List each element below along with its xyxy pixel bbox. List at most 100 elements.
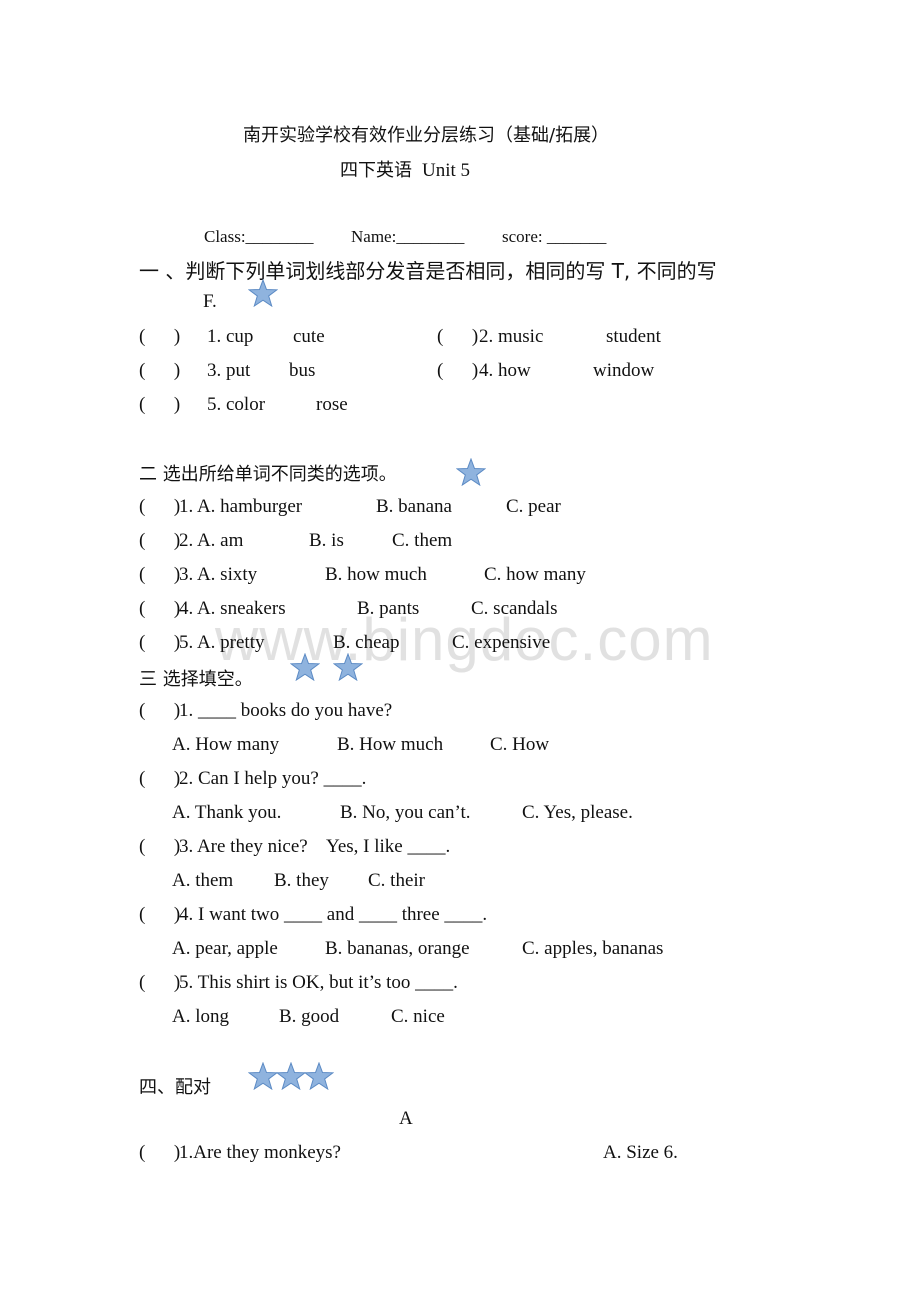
item-word: 1. cup bbox=[207, 326, 254, 347]
star-icon bbox=[248, 1062, 278, 1090]
option-c: C. How bbox=[490, 734, 550, 755]
answer-blank[interactable]: ( ) bbox=[139, 700, 180, 721]
item-word: 2. music bbox=[479, 326, 544, 347]
answer-blank[interactable]: ( ) bbox=[139, 768, 180, 789]
item-word: rose bbox=[316, 394, 348, 415]
section2-item-4: ( ) 4. A. sneakers B. pants C. scandals bbox=[139, 597, 558, 621]
answer-blank[interactable]: ( ) bbox=[139, 360, 180, 381]
star-icon bbox=[290, 653, 320, 681]
section3-options-2: A. Thank you. B. No, you can’t. C. Yes, … bbox=[172, 801, 633, 825]
section2-item-2: ( ) 2. A. am B. is C. them bbox=[139, 529, 452, 553]
question-text: 4. I want two ____ and ____ three ____. bbox=[179, 904, 488, 925]
option-b: B. is bbox=[309, 530, 344, 551]
option-a: 2. A. am bbox=[179, 530, 244, 551]
option-b: B. how much bbox=[325, 564, 427, 585]
answer-blank[interactable]: ( ) bbox=[139, 632, 180, 653]
item-word: bus bbox=[289, 360, 316, 381]
option-b: B. bananas, orange bbox=[325, 938, 470, 959]
option-b: B. cheap bbox=[333, 632, 400, 653]
answer-blank[interactable]: ( ) bbox=[139, 836, 180, 857]
answer-blank[interactable]: ( ) bbox=[139, 394, 180, 415]
section3-options-4: A. pear, apple B. bananas, orange C. app… bbox=[172, 937, 663, 961]
answer-blank[interactable]: ( ) bbox=[139, 904, 180, 925]
option-a: 4. A. sneakers bbox=[179, 598, 286, 619]
class-field[interactable]: Class:________ bbox=[204, 225, 314, 249]
option-c: C. apples, bananas bbox=[522, 938, 664, 959]
section1-item-2: ( ) 2. music student bbox=[437, 325, 661, 349]
option-b: B. No, you can’t. bbox=[340, 802, 471, 823]
score-field[interactable]: score: _______ bbox=[502, 225, 606, 249]
option-a: A. long bbox=[172, 1006, 229, 1027]
section4-item-1: ( ) 1.Are they monkeys? bbox=[139, 1141, 341, 1165]
item-word: 3. put bbox=[207, 360, 251, 381]
section3-item-4: ( ) 4. I want two ____ and ____ three __… bbox=[139, 903, 487, 927]
item-word: cute bbox=[293, 326, 325, 347]
option-a: A. them bbox=[172, 870, 234, 891]
star-icon bbox=[333, 653, 363, 681]
worksheet-subtitle: 四下英语 Unit 5 bbox=[340, 156, 470, 183]
option-c: C. how many bbox=[484, 564, 586, 585]
section2-item-1: ( ) 1. A. hamburger B. banana C. pear bbox=[139, 495, 561, 519]
answer-blank[interactable]: ( ) bbox=[437, 360, 478, 381]
section1-heading: 一 、判断下列单词划线部分发音是否相同，相同的写 T, 不同的写 bbox=[139, 259, 717, 283]
section1-item-1: ( ) 1. cup cute bbox=[139, 325, 325, 349]
section1-item-4: ( ) 4. how window bbox=[437, 359, 654, 383]
option-b: B. How much bbox=[337, 734, 444, 755]
star-icon bbox=[248, 279, 278, 307]
option-c: C. Yes, please. bbox=[522, 802, 633, 823]
answer-blank[interactable]: ( ) bbox=[437, 326, 478, 347]
answer-blank[interactable]: ( ) bbox=[139, 972, 180, 993]
section2-item-5: ( ) 5. A. pretty B. cheap C. expensive bbox=[139, 631, 550, 655]
section4-heading: 四、配对 bbox=[139, 1077, 211, 1098]
answer-blank[interactable]: ( ) bbox=[139, 564, 180, 585]
item-word: 5. color bbox=[207, 394, 266, 415]
section2-item-3: ( ) 3. A. sixty B. how much C. how many bbox=[139, 563, 586, 587]
section3-heading: 三 选择填空。 bbox=[139, 669, 253, 690]
option-a: A. How many bbox=[172, 734, 280, 755]
option-a: 3. A. sixty bbox=[179, 564, 258, 585]
option-b: B. good bbox=[279, 1006, 340, 1027]
section3-options-3: A. them B. they C. their bbox=[172, 869, 425, 893]
star-icon bbox=[456, 458, 486, 486]
name-field[interactable]: Name:________ bbox=[351, 225, 464, 249]
section1-heading-cont: F. bbox=[203, 291, 217, 312]
option-c: C. them bbox=[392, 530, 453, 551]
option-c: C. nice bbox=[391, 1006, 445, 1027]
section1-item-5: ( ) 5. color rose bbox=[139, 393, 348, 417]
option-a: 5. A. pretty bbox=[179, 632, 265, 653]
section4-column-label: A bbox=[399, 1108, 413, 1129]
subtitle-grade: 四下英语 bbox=[340, 160, 412, 181]
answer-blank[interactable]: ( ) bbox=[139, 496, 180, 517]
option-a: A. pear, apple bbox=[172, 938, 278, 959]
option-c: C. expensive bbox=[452, 632, 551, 653]
question-text: 2. Can I help you? ____. bbox=[179, 768, 367, 789]
question-text: 5. This shirt is OK, but it’s too ____. bbox=[179, 972, 458, 993]
option-c: C. their bbox=[368, 870, 425, 891]
star-icon bbox=[304, 1062, 334, 1090]
star-icon bbox=[276, 1062, 306, 1090]
option-a: 1. A. hamburger bbox=[179, 496, 303, 517]
worksheet-title: 南开实验学校有效作业分层练习（基础/拓展） bbox=[243, 125, 610, 146]
question-text: 1. ____ books do you have? bbox=[179, 700, 393, 721]
section3-options-1: A. How many B. How much C. How bbox=[172, 733, 549, 757]
option-b: B. banana bbox=[376, 496, 452, 517]
section4-answer-a: A. Size 6. bbox=[603, 1142, 678, 1163]
answer-blank[interactable]: ( ) bbox=[139, 1142, 180, 1163]
section3-item-2: ( ) 2. Can I help you? ____. bbox=[139, 767, 366, 791]
item-word: 4. how bbox=[479, 360, 531, 381]
option-c: C. pear bbox=[506, 496, 561, 517]
section3-item-5: ( ) 5. This shirt is OK, but it’s too __… bbox=[139, 971, 458, 995]
option-b: B. they bbox=[274, 870, 329, 891]
question-text: 1.Are they monkeys? bbox=[179, 1142, 341, 1163]
option-b: B. pants bbox=[357, 598, 420, 619]
option-c: C. scandals bbox=[471, 598, 558, 619]
section1-item-3: ( ) 3. put bus bbox=[139, 359, 315, 383]
section3-item-1: ( ) 1. ____ books do you have? bbox=[139, 699, 392, 723]
answer-blank[interactable]: ( ) bbox=[139, 530, 180, 551]
answer-blank[interactable]: ( ) bbox=[139, 326, 180, 347]
section2-heading: 二 选出所给单词不同类的选项。 bbox=[139, 464, 397, 485]
section3-options-5: A. long B. good C. nice bbox=[172, 1005, 445, 1029]
option-a: A. Thank you. bbox=[172, 802, 282, 823]
answer-blank[interactable]: ( ) bbox=[139, 598, 180, 619]
item-word: window bbox=[593, 360, 655, 381]
